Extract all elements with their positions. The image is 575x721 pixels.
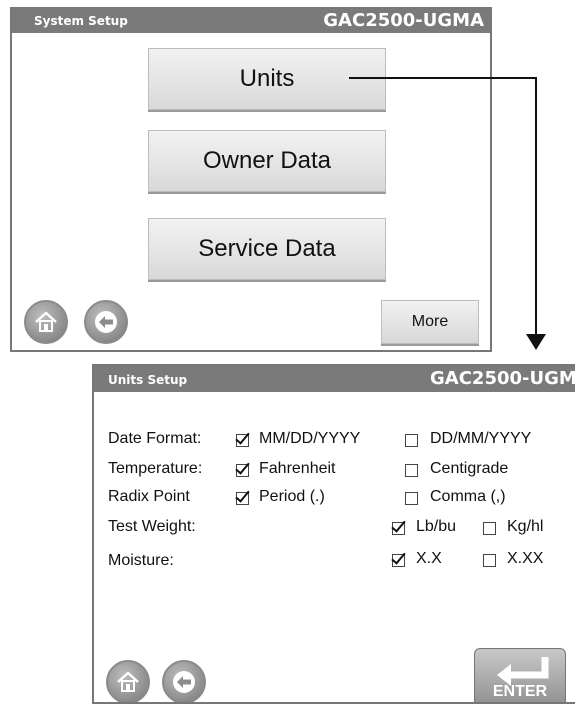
moisture-xx-checkbox[interactable]	[392, 554, 405, 567]
temperature-centigrade-label: Centigrade	[430, 460, 509, 477]
owner-data-button[interactable]: Owner Data	[148, 130, 386, 192]
radix-comma-label: Comma (,)	[430, 488, 506, 505]
radix-comma-checkbox[interactable]	[405, 492, 418, 505]
units-setup-titlebar: Units Setup GAC2500-UGMA	[94, 366, 575, 392]
model-label: GAC2500-UGMA	[323, 10, 484, 31]
enter-label: ENTER	[492, 683, 548, 700]
radix-period-label: Period (.)	[259, 488, 325, 505]
temperature-fahrenheit-checkbox[interactable]	[236, 464, 249, 477]
home-icon	[35, 311, 57, 332]
service-data-button[interactable]: Service Data	[148, 218, 386, 280]
test-weight-lbbu-label: Lb/bu	[416, 518, 457, 535]
enter-button[interactable]: ENTER	[474, 648, 566, 702]
more-button[interactable]: More	[381, 300, 479, 344]
moisture-xxx-checkbox[interactable]	[483, 554, 496, 567]
radix-period-checkbox[interactable]	[236, 492, 249, 505]
moisture-xx-label: X.X	[416, 550, 442, 567]
screen-title: System Setup	[34, 14, 128, 28]
temperature-label: Temperature:	[108, 460, 203, 477]
connector-line-horizontal	[349, 77, 536, 79]
test-weight-kghl-checkbox[interactable]	[483, 522, 496, 535]
moisture-xxx-label: X.XX	[507, 550, 544, 567]
units-setup-panel: Units Setup GAC2500-UGMA Date Format: MM…	[92, 364, 575, 704]
moisture-label: Moisture:	[108, 552, 174, 569]
test-weight-kghl-label: Kg/hl	[507, 518, 544, 535]
test-weight-lbbu-checkbox[interactable]	[392, 522, 405, 535]
back-button[interactable]	[84, 300, 128, 344]
date-format-mmddyyyy-checkbox[interactable]	[236, 434, 249, 447]
model-label: GAC2500-UGMA	[430, 368, 575, 389]
connector-line-vertical	[535, 77, 537, 339]
temperature-centigrade-checkbox[interactable]	[405, 464, 418, 477]
test-weight-label: Test Weight:	[108, 518, 196, 535]
system-setup-panel: System Setup GAC2500-UGMA Units Owner Da…	[10, 7, 492, 352]
radix-point-label: Radix Point	[108, 488, 190, 505]
date-format-ddmmyyyy-label: DD/MM/YYYY	[430, 430, 532, 447]
date-format-mmddyyyy-label: MM/DD/YYYY	[259, 430, 361, 447]
screen-title: Units Setup	[108, 373, 188, 387]
back-arrow-icon	[173, 671, 195, 693]
date-format-label: Date Format:	[108, 430, 202, 447]
back-arrow-icon	[95, 311, 117, 333]
home-button[interactable]	[24, 300, 68, 344]
system-setup-titlebar: System Setup GAC2500-UGMA	[12, 9, 490, 33]
back-button[interactable]	[162, 660, 206, 702]
home-icon	[117, 671, 139, 692]
units-button[interactable]: Units	[148, 48, 386, 110]
date-format-ddmmyyyy-checkbox[interactable]	[405, 434, 418, 447]
down-arrow-icon	[526, 334, 546, 350]
temperature-fahrenheit-label: Fahrenheit	[259, 460, 336, 477]
home-button[interactable]	[106, 660, 150, 702]
